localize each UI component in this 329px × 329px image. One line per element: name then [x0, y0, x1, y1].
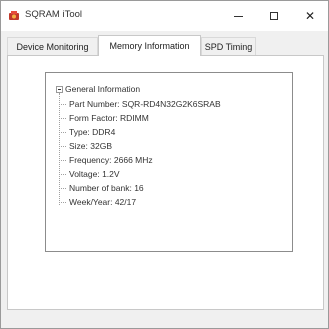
tree-collapse-icon[interactable]: [56, 86, 63, 93]
tree-item-frequency[interactable]: Frequency: 2666 MHz: [59, 155, 153, 167]
minimize-button[interactable]: [220, 1, 256, 31]
title-bar[interactable]: SQRAM iTool ✕: [1, 1, 328, 31]
status-bar: [1, 314, 328, 328]
close-button[interactable]: ✕: [292, 1, 328, 31]
close-icon: ✕: [304, 9, 316, 23]
app-window: SQRAM iTool ✕ Device Monitoring Memory I…: [0, 0, 329, 329]
tree-root-label[interactable]: General Information: [65, 84, 140, 94]
tree-item-week-year[interactable]: Week/Year: 42/17: [59, 197, 136, 209]
window-title: SQRAM iTool: [25, 9, 83, 20]
tab-strip: Device Monitoring Memory Information SPD…: [7, 35, 325, 56]
memory-info-tree[interactable]: General Information Part Number: SQR-RD4…: [45, 72, 293, 252]
tree-item-type[interactable]: Type: DDR4: [59, 127, 115, 139]
tree-item-voltage[interactable]: Voltage: 1.2V: [59, 169, 120, 181]
tree-item-part-number[interactable]: Part Number: SQR-RD4N32G2K6SRAB: [59, 99, 221, 111]
tab-device-monitoring[interactable]: Device Monitoring: [7, 37, 98, 55]
tab-spd-timing[interactable]: SPD Timing: [201, 37, 256, 55]
sqram-app-icon: [9, 11, 19, 20]
minimize-icon: [233, 15, 243, 17]
tab-memory-information[interactable]: Memory Information: [98, 35, 201, 56]
maximize-button[interactable]: [256, 1, 292, 31]
maximize-icon: [270, 12, 278, 20]
tree-item-form-factor[interactable]: Form Factor: RDIMM: [59, 113, 149, 125]
tree-item-size[interactable]: Size: 32GB: [59, 141, 112, 153]
tree-item-bank-count[interactable]: Number of bank: 16: [59, 183, 144, 195]
